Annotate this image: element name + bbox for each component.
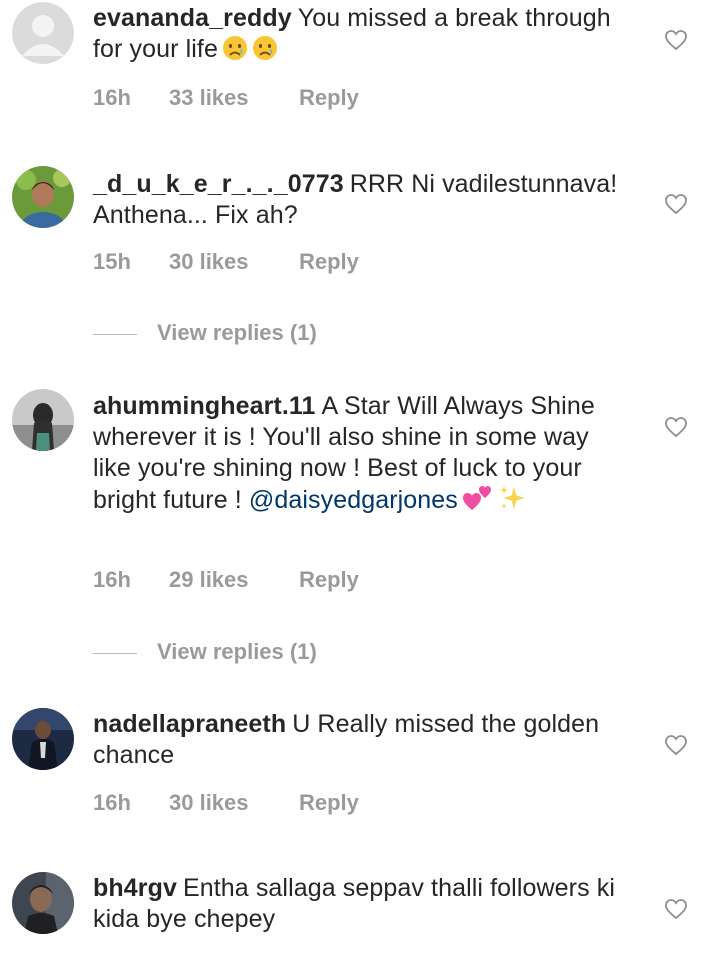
like-heart-icon[interactable] <box>664 192 688 216</box>
comment-likes[interactable]: 30 likes <box>169 249 299 275</box>
comment-username[interactable]: _d_u_k_e_r_._._0773 <box>93 170 344 198</box>
default-avatar-icon <box>12 2 74 64</box>
user-photo-icon <box>12 166 74 228</box>
comment-likes[interactable]: 30 likes <box>169 790 299 816</box>
view-replies-label[interactable]: View replies (1) <box>157 320 317 345</box>
comment-likes[interactable]: 29 likes <box>169 567 299 593</box>
reply-button[interactable]: Reply <box>299 790 359 816</box>
comment-meta: 16h 30 likes Reply <box>93 790 359 816</box>
user-photo-icon <box>12 389 74 451</box>
comment-meta: 16h 29 likes Reply <box>93 567 359 593</box>
comment-meta: 15h 30 likes Reply <box>93 249 359 275</box>
avatar[interactable] <box>12 166 74 228</box>
avatar[interactable] <box>12 708 74 770</box>
comment-username[interactable]: ahummingheart.11 <box>93 392 316 420</box>
comment-body: _d_u_k_e_r_._._0773 RRR Ni vadilestunnava… <box>93 169 633 231</box>
comment-username[interactable]: evananda_reddy <box>93 4 292 32</box>
comment-body: bh4rgv Entha sallaga seppav thalli follow… <box>93 873 633 935</box>
two-hearts-icon <box>462 484 494 520</box>
comment-body: ahummingheart.11 A Star Will Always Shine… <box>93 391 633 520</box>
user-photo-icon <box>12 872 74 934</box>
sparkles-icon <box>498 484 526 520</box>
view-replies-label[interactable]: View replies (1) <box>157 639 317 664</box>
like-heart-icon[interactable] <box>664 733 688 757</box>
crying-face-icon <box>252 35 278 69</box>
comment-time: 15h <box>93 249 131 274</box>
comment-time: 16h <box>93 567 131 592</box>
view-replies-button[interactable]: View replies (1) <box>93 320 317 346</box>
crying-face-icon <box>222 35 248 69</box>
comment-body: nadellapraneeth U Really missed the golde… <box>93 709 633 771</box>
divider <box>93 652 137 654</box>
reply-button[interactable]: Reply <box>299 567 359 593</box>
avatar-placeholder[interactable] <box>12 2 74 64</box>
user-photo-icon <box>12 708 74 770</box>
mention-link[interactable]: @daisyedgarjones <box>249 486 458 514</box>
comment-time: 16h <box>93 790 131 815</box>
avatar[interactable] <box>12 389 74 451</box>
comment-username[interactable]: bh4rgv <box>93 874 177 902</box>
view-replies-button[interactable]: View replies (1) <box>93 639 317 665</box>
like-heart-icon[interactable] <box>664 415 688 439</box>
comment-meta: 16h 33 likes Reply <box>93 85 359 111</box>
reply-button[interactable]: Reply <box>299 249 359 275</box>
comment-likes[interactable]: 33 likes <box>169 85 299 111</box>
avatar[interactable] <box>12 872 74 934</box>
comment-username[interactable]: nadellapraneeth <box>93 710 286 738</box>
divider <box>93 333 137 335</box>
comment-time: 16h <box>93 85 131 110</box>
like-heart-icon[interactable] <box>664 28 688 52</box>
reply-button[interactable]: Reply <box>299 85 359 111</box>
comment-body: evananda_reddy You missed a break through… <box>93 3 633 69</box>
like-heart-icon[interactable] <box>664 897 688 921</box>
